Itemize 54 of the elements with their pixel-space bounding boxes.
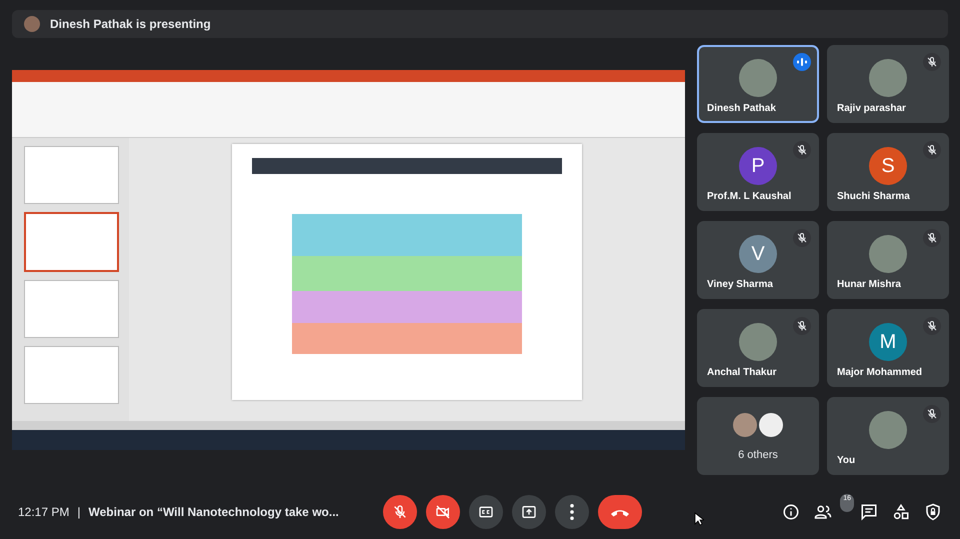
avatar-photo — [739, 59, 777, 97]
participant-tile[interactable]: V Viney Sharma — [697, 221, 819, 299]
clock-time: 12:17 PM — [18, 505, 70, 519]
microphone-toggle-button[interactable] — [383, 495, 417, 529]
participant-name: Anchal Thakur — [707, 367, 776, 378]
participant-tile[interactable]: P Prof.M. L Kaushal — [697, 133, 819, 211]
participant-tile[interactable]: Hunar Mishra — [827, 221, 949, 299]
more-icon — [570, 504, 574, 520]
people-icon[interactable] — [814, 503, 832, 521]
separator-text: | — [77, 505, 80, 519]
info-icon[interactable] — [782, 503, 800, 521]
participant-tile[interactable]: Anchal Thakur — [697, 309, 819, 387]
more-options-button[interactable] — [555, 495, 589, 529]
leave-call-button[interactable] — [598, 495, 642, 529]
participant-tile[interactable]: M Major Mohammed — [827, 309, 949, 387]
avatar-letter: V — [739, 235, 777, 273]
camera-off-icon — [435, 504, 451, 520]
hang-up-icon — [611, 508, 629, 516]
shield-lock-icon[interactable] — [924, 503, 942, 521]
meeting-title: Webinar on “Will Nanotechnology take wo... — [88, 505, 339, 519]
avatar-letter: M — [869, 323, 907, 361]
participant-tile[interactable]: You — [827, 397, 949, 475]
avatar-photo — [869, 59, 907, 97]
shapes-icon[interactable] — [892, 503, 910, 521]
participant-name: Major Mohammed — [837, 367, 922, 378]
participant-name: You — [837, 455, 856, 466]
presenting-text: Dinesh Pathak is presenting — [50, 17, 211, 31]
participant-name: Shuchi Sharma — [837, 191, 910, 202]
avatar-photo — [733, 413, 757, 437]
participant-tile[interactable]: Dinesh Pathak — [697, 45, 819, 123]
participant-name: Viney Sharma — [707, 279, 773, 290]
captions-icon — [478, 504, 494, 520]
participant-name: Prof.M. L Kaushal — [707, 191, 792, 202]
avatar-letter: S — [869, 147, 907, 185]
participant-name: Hunar Mishra — [837, 279, 901, 290]
avatar-photo — [759, 413, 783, 437]
avatar-photo — [739, 323, 777, 361]
avatar-photo — [24, 16, 40, 32]
mouse-cursor-icon — [694, 512, 704, 526]
mic-off-icon — [392, 504, 408, 520]
participant-name: Dinesh Pathak — [707, 103, 776, 114]
participant-tile[interactable]: Rajiv parashar — [827, 45, 949, 123]
others-count: 6 others — [737, 449, 779, 461]
avatar-letter: P — [739, 147, 777, 185]
participant-tile[interactable]: 6 others — [697, 397, 819, 475]
present-screen-icon — [521, 504, 537, 520]
captions-button[interactable] — [469, 495, 503, 529]
participant-tile[interactable]: S Shuchi Sharma — [827, 133, 949, 211]
participant-name: Rajiv parashar — [837, 103, 906, 114]
camera-toggle-button[interactable] — [426, 495, 460, 529]
avatar-photo — [869, 411, 907, 449]
present-button[interactable] — [512, 495, 546, 529]
avatar-photo — [869, 235, 907, 273]
chat-icon[interactable] — [860, 503, 878, 521]
